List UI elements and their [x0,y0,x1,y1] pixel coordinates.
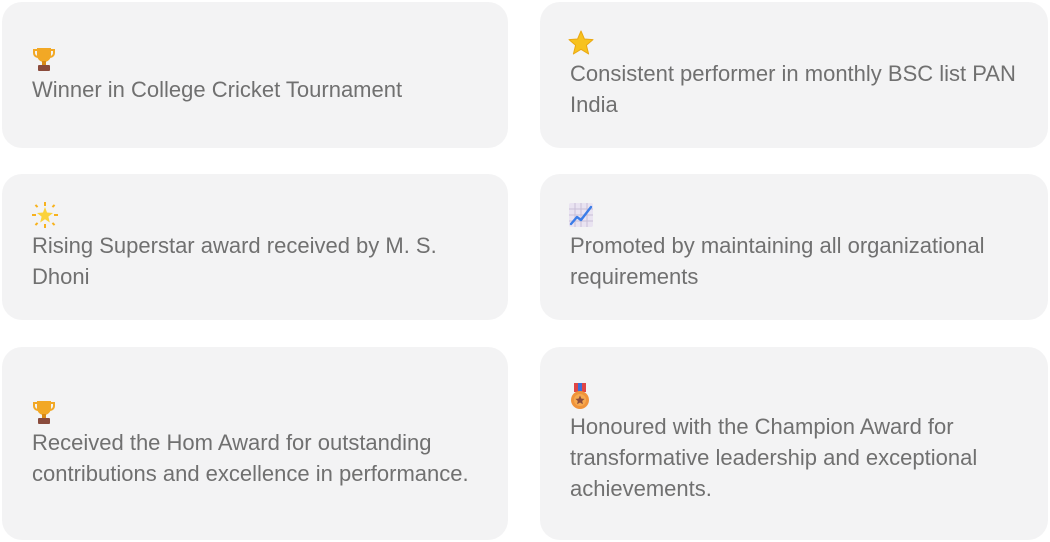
chart-increasing-icon [568,202,593,228]
achievement-text: Consistent performer in monthly BSC list… [570,61,1016,117]
achievement-card: Winner in College Cricket Tournament [2,2,508,148]
medal-icon [568,383,592,409]
star-icon [568,30,594,56]
glowing-star-icon [32,202,58,228]
achievement-text: Honoured with the Champion Award for tra… [570,414,978,501]
achievement-text: Rising Superstar award received by M. S.… [32,233,437,289]
achievement-card: Honoured with the Champion Award for tra… [540,347,1048,540]
trophy-icon [32,399,56,425]
achievement-card: Rising Superstar award received by M. S.… [2,174,508,320]
achievement-text: Winner in College Cricket Tournament [32,76,403,102]
achievements-grid: Winner in College Cricket Tournament Con… [0,0,1050,542]
achievement-card: Consistent performer in monthly BSC list… [540,2,1048,148]
achievement-card: Received the Hom Award for outstanding c… [2,347,508,540]
achievement-card: Promoted by maintaining all organization… [540,174,1048,320]
achievement-text: Received the Hom Award for outstanding c… [32,429,469,486]
achievement-text: Promoted by maintaining all organization… [570,233,985,289]
trophy-icon [32,46,56,72]
